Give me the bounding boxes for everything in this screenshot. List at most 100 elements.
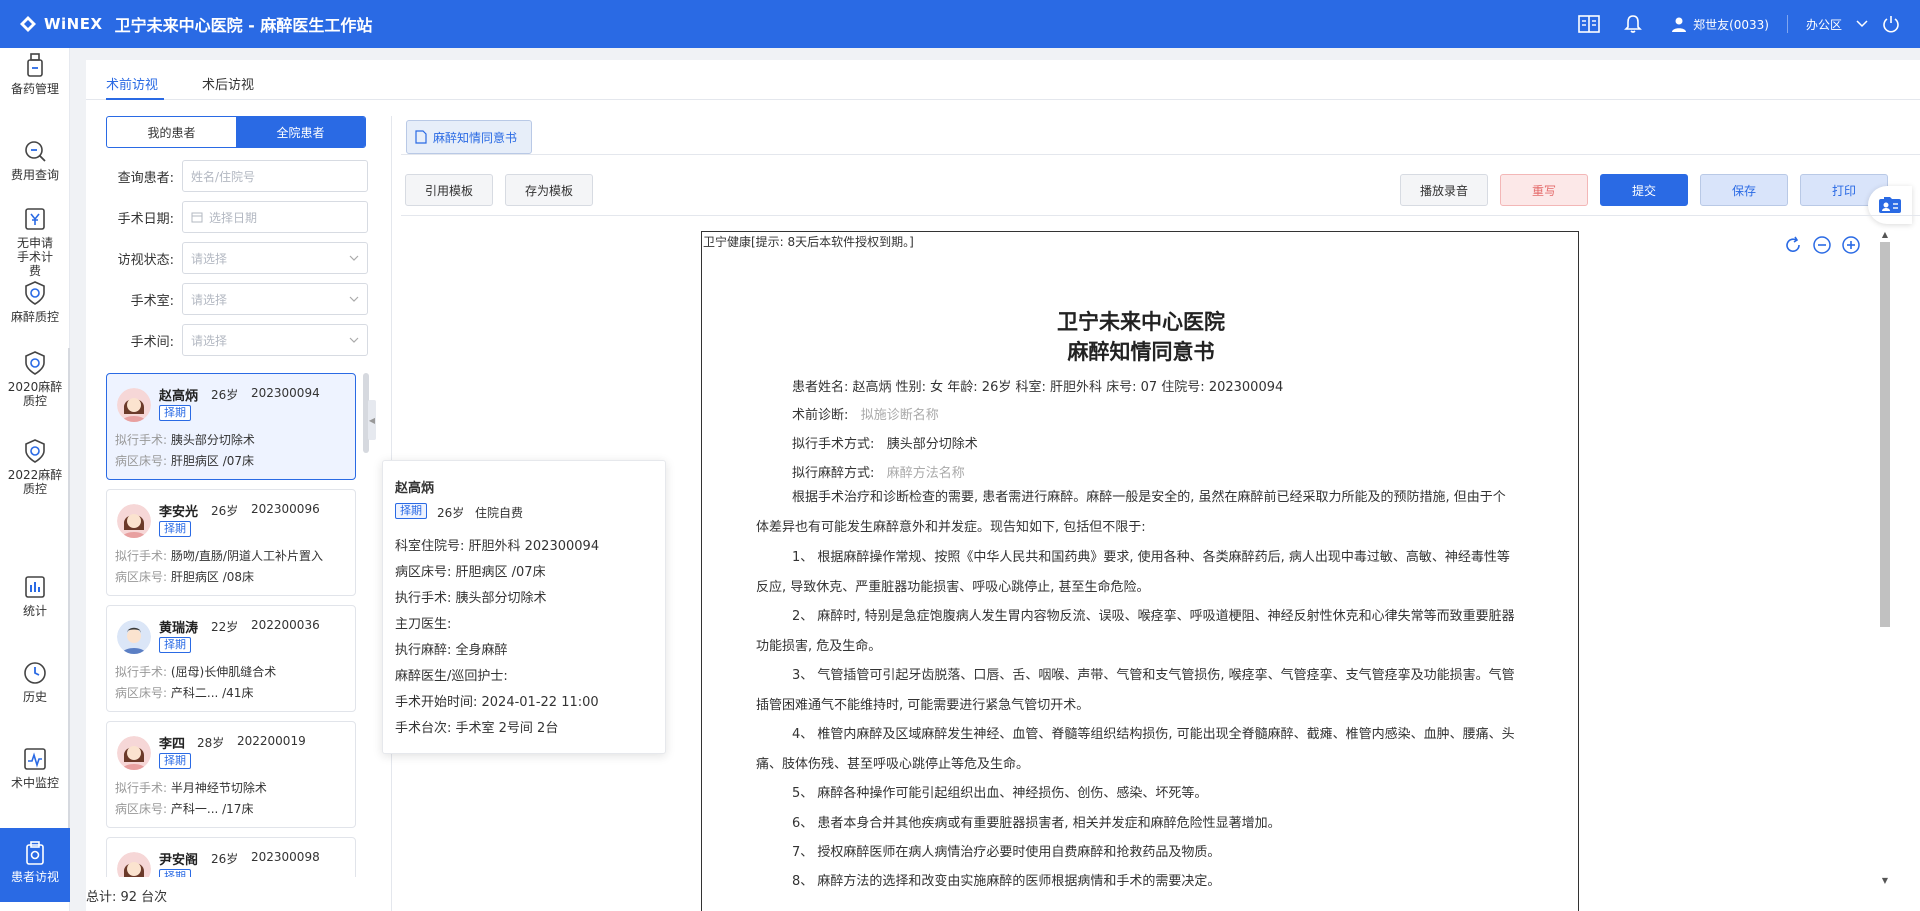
patient-name: 黄瑞涛 [159,621,199,636]
top-bar: WiNEX 卫宁未来中心医院 - 麻醉医生工作站 郑世友(0033) 办公区 [0,0,1920,48]
consent-paragraph: 6、 患者本身合并其他疾病或有重要脏器损害者, 相关并发症和麻醉危险性显著增加。 [792,816,1281,831]
collapse-handle[interactable]: ◀ [368,400,376,440]
rewrite-button[interactable]: 重写 [1500,174,1588,206]
popover-surgery: 执行手术: 胰头部分切除术 [395,591,547,606]
patient-name: 李安光 [159,505,199,520]
cite-template-button[interactable]: 引用模板 [405,174,493,206]
logo-diamond-icon [20,16,36,32]
patient-card[interactable]: 赵高炳 26岁 202300094 择期 拟行手术: 胰头部分切除术 病区床号:… [106,373,356,480]
patient-list: 赵高炳 26岁 202300094 择期 拟行手术: 胰头部分切除术 病区床号:… [106,373,358,877]
nav-item-patient-visit[interactable]: 患者访视 [0,828,70,902]
nav-item-anes-qc-2022[interactable]: 2022麻醉质控 [0,438,70,510]
user-menu[interactable]: 郑世友(0033) [1671,16,1769,33]
nav-item-statistics[interactable]: 统计 [0,574,70,636]
patient-id: 202300098 [251,850,320,864]
save-button[interactable]: 保存 [1700,174,1788,206]
surgery-date-picker[interactable]: 选择日期 [182,201,368,233]
tab-postop-visit[interactable]: 术后访视 [202,74,254,93]
nav-item-monitor[interactable]: 术中监控 [0,746,70,808]
avatar-female [117,736,151,770]
patient-card[interactable]: 黄瑞涛 22岁 202200036 择期 拟行手术: (屈母)长伸肌缝合术 病区… [106,605,356,712]
popover-payment-type: 住院自费 [475,506,524,520]
consent-doc-tab[interactable]: 麻醉知情同意书 [406,120,532,154]
surgery-label: 拟行手术: [115,433,168,447]
patient-id: 202300094 [251,386,320,400]
layout-icon[interactable] [1569,0,1609,48]
nav-label: 费用查询 [10,168,59,182]
diagnosis-label: 术前诊断: [792,408,849,423]
save-as-template-button[interactable]: 存为模板 [505,174,593,206]
consent-paragraph: 2、 麻醉时, 特别是急症饱腹病人发生胃内容物反流、误吸、喉痉挛、呼吸道梗阻、神… [756,609,1515,654]
diagnosis-field[interactable]: 拟施诊断名称 [861,408,939,423]
nav-label: 术中监控 [10,776,59,790]
consent-paragraph: 3、 气管插管可引起牙齿脱落、口唇、舌、咽喉、声带、气管和支气管损伤, 喉痉挛、… [756,668,1515,713]
nav-item-medicine[interactable]: 备药管理 [0,52,70,114]
my-patients-button[interactable]: 我的患者 [107,117,236,147]
patient-age: 26岁 [211,504,239,518]
patient-scope-toggle: 我的患者 全院患者 [106,116,366,148]
nav-item-history[interactable]: 历史 [0,660,70,722]
tab-preop-visit[interactable]: 术前访视 [106,74,158,93]
fee-query-icon [25,141,46,162]
visit-tabs: 术前访视 术后访视 [86,60,1920,100]
patient-card[interactable]: 李安光 26岁 202300096 择期 拟行手术: 肠吻/直肠/阴道人工补片置… [106,489,356,596]
surgery-row: 拟行手术: 胰头部分切除术 [115,431,255,448]
submit-button[interactable]: 提交 [1600,174,1688,206]
scrollbar-thumb[interactable] [1880,242,1890,627]
chevron-down-icon [349,296,359,302]
nav-item-anes-qc-2020[interactable]: 2020麻醉质控 [0,350,70,422]
zoom-in-icon[interactable] [1841,235,1861,255]
chevron-down-icon[interactable] [1856,20,1868,28]
left-nav: 备药管理 费用查询 无申请手术计费 麻醉质控 2020麻醉质控 2022麻醉质控… [0,48,70,911]
surgery-row: 拟行手术: 半月神经节切除术 [115,779,267,796]
power-icon[interactable] [1882,15,1900,33]
user-icon [1672,17,1687,32]
medicine-icon [27,53,43,77]
operating-room-select[interactable]: 请选择 [182,283,368,315]
patient-card-icon[interactable] [1868,186,1912,224]
monitor-icon [24,748,46,770]
visit-status-select[interactable]: 请选择 [182,242,368,274]
all-patients-button[interactable]: 全院患者 [236,117,365,147]
shield-check-icon [25,351,45,375]
surgery-value: 半月神经节切除术 [170,781,267,795]
bed-row: 病区床号: 肝胆病区 /08床 [115,568,254,585]
nav-item-fee-query[interactable]: 费用查询 [0,138,70,200]
elective-badge: 择期 [159,405,191,421]
patient-card[interactable]: 李四 28岁 202200019 择期 拟行手术: 半月神经节切除术 病区床号:… [106,721,356,828]
patient-card[interactable]: 尹安阁 26岁 202300098 择期 [106,837,356,877]
planned-surgery-row: 拟行手术方式: 胰头部分切除术 [792,433,978,452]
popover-surgeon: 主刀医生: [395,617,452,632]
nav-item-anes-qc[interactable]: 麻醉质控 [0,280,70,342]
theater-select[interactable]: 请选择 [182,324,368,356]
surgery-value: 胰头部分切除术 [170,433,255,447]
avatar-female [117,504,151,538]
zoom-out-icon[interactable] [1812,235,1832,255]
nav-label: 2022麻醉质控 [7,468,63,496]
surgery-row: 拟行手术: (屈母)长伸肌缝合术 [115,663,276,680]
nav-item-no-request-billing[interactable]: 无申请手术计费 [0,206,70,278]
bed-value: 肝胆病区 /07床 [170,454,255,468]
surgery-method-value: 胰头部分切除术 [886,437,978,452]
anesthesia-method-field[interactable]: 麻醉方法名称 [887,466,965,481]
bed-value: 肝胆病区 /08床 [170,570,255,584]
office-select[interactable]: 办公区 [1806,16,1842,33]
refresh-icon[interactable] [1783,235,1803,255]
scroll-down-icon[interactable]: ▼ [1880,876,1890,886]
patient-search-input[interactable]: 姓名/住院号 [182,160,368,192]
nav-scrollbar[interactable] [68,348,70,828]
yen-icon [25,208,45,230]
consent-document: 卫宁健康[提示: 8天后本软件授权到期。] 卫宁未来中心医院 麻醉知情同意书 患… [701,231,1579,911]
bell-icon[interactable] [1613,0,1653,48]
scroll-up-icon[interactable]: ▲ [1880,230,1890,240]
avatar-male [117,620,151,654]
doc-tab-label: 麻醉知情同意书 [433,130,518,145]
popover-dept-id: 科室住院号: 肝胆外科 202300094 [395,539,600,554]
elective-badge: 择期 [395,503,427,519]
elective-badge: 择期 [159,637,191,653]
filter-status: 访视状态: 请选择 [106,242,386,274]
document-scrollbar[interactable]: ▲ ▼ [1876,230,1894,885]
play-recording-button[interactable]: 播放录音 [1400,174,1488,206]
surgery-label: 拟行手术: [115,549,168,563]
divider [1786,15,1788,33]
